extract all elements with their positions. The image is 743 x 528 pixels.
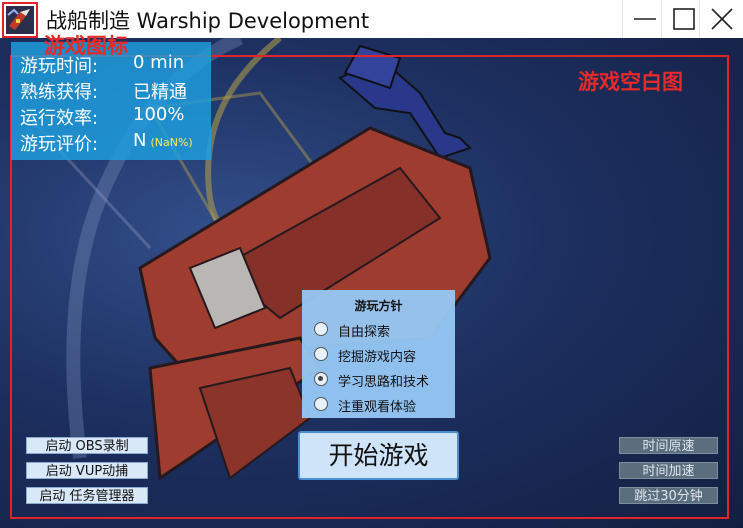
launch-task-manager-button[interactable]: 启动 任务管理器 xyxy=(26,487,148,504)
close-button[interactable] xyxy=(699,0,743,38)
radio-label: 注重观看体验 xyxy=(338,400,417,415)
launch-vup-button[interactable]: 启动 VUP动捕 xyxy=(26,462,148,479)
blank-area-annotation-label: 游戏空白图 xyxy=(578,70,683,94)
stat-value-proficiency: 已精通 xyxy=(133,82,187,103)
radio-label: 自由探索 xyxy=(338,325,391,340)
radio-button[interactable] xyxy=(314,347,328,361)
maximize-icon xyxy=(673,8,695,30)
app-window: 战船制造 Warship Development 游玩时间: 0 min 熟练获… xyxy=(0,0,743,528)
launch-obs-button[interactable]: 启动 OBS录制 xyxy=(26,437,148,454)
radio-label: 学习思路和技术 xyxy=(338,375,430,390)
radio-button-selected[interactable] xyxy=(314,372,328,386)
stat-label-efficiency: 运行效率: xyxy=(20,108,99,129)
radio-button[interactable] xyxy=(314,322,328,336)
stat-value-rating-percent: (NaN%) xyxy=(150,136,193,149)
play-strategy-panel: 游玩方针 自由探索 挖掘游戏内容 学习思路和技术 注重观看体验 xyxy=(302,290,455,418)
stat-value-rating-group: N (NaN%) xyxy=(133,130,193,151)
time-normal-button[interactable]: 时间原速 xyxy=(619,437,718,454)
radio-button[interactable] xyxy=(314,397,328,411)
stat-value-rating: N xyxy=(133,130,147,151)
stat-value-efficiency: 100% xyxy=(133,104,185,125)
time-accelerate-button[interactable]: 时间加速 xyxy=(619,462,718,479)
icon-annotation-label: 游戏图标 xyxy=(44,34,128,58)
stat-label-rating: 游玩评价: xyxy=(20,134,99,155)
start-game-button[interactable]: 开始游戏 xyxy=(298,431,459,480)
strategy-title: 游玩方针 xyxy=(354,299,403,313)
icon-annotation-box xyxy=(2,2,38,38)
stat-value-playtime: 0 min xyxy=(133,52,185,73)
skip-30-minutes-button[interactable]: 跳过30分钟 xyxy=(619,487,718,504)
stat-label-proficiency: 熟练获得: xyxy=(20,82,99,103)
minimize-icon xyxy=(634,18,656,20)
close-icon xyxy=(711,8,733,30)
radio-label: 挖掘游戏内容 xyxy=(338,350,417,365)
